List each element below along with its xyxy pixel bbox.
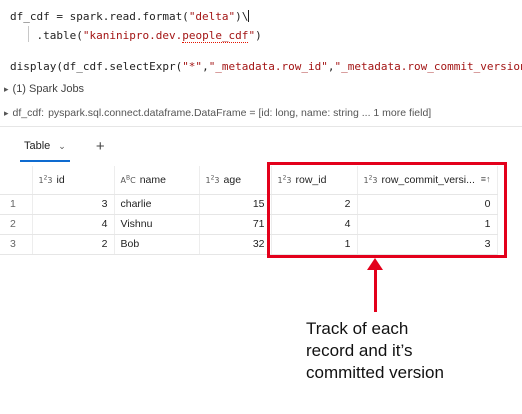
column-header-age[interactable]: 123 age [199, 166, 272, 195]
arrow-shaft [374, 268, 377, 312]
code-token: ) [255, 29, 262, 42]
cell-name: Vishnu [114, 214, 200, 235]
result-tabs: Table ⌄ + [10, 130, 105, 162]
tab-table-label: Table [24, 140, 51, 152]
row-number: 1 [0, 194, 33, 215]
dataframe-type: pyspark.sql.connect.dataframe.DataFrame … [48, 107, 432, 119]
code-line-2: .table("kaninipro.dev.people_cdf") [10, 29, 262, 43]
code-string: "delta" [188, 10, 236, 23]
row-number: 3 [0, 234, 33, 255]
code-token: .table( [10, 29, 83, 42]
annotation-line: committed version [306, 363, 444, 382]
tab-table[interactable]: Table ⌄ [10, 130, 80, 162]
spark-jobs-label: (1) Spark Jobs [12, 83, 85, 95]
highlight-box [267, 162, 507, 258]
cell-name: charlie [114, 194, 200, 215]
code-token: , [202, 60, 209, 73]
cell-age: 32 [199, 234, 272, 255]
add-visualization-button[interactable]: + [96, 138, 105, 155]
code-token: df_cdf = spark.read.format( [10, 10, 189, 23]
code-string: "*" [182, 60, 203, 73]
cell-age: 71 [199, 214, 272, 235]
code-line-1: df_cdf = spark.read.format("delta")\ [10, 10, 250, 23]
code-token: , [327, 60, 335, 73]
code-token: display(df_cdf.selectExpr( [10, 60, 183, 73]
cell-name: Bob [114, 234, 200, 255]
code-string: "_metadata.row_commit_version" [334, 60, 522, 73]
code-string: "kaninipro.dev. [82, 29, 183, 42]
code-string: "_metadata.row_id" [208, 60, 328, 73]
text-cursor [248, 10, 250, 22]
annotation-line: record and it’s [306, 341, 413, 360]
chevron-right-icon: ▸ [4, 107, 9, 118]
integer-type-icon: 123 [38, 174, 53, 185]
column-label: id [56, 173, 65, 186]
code-line-3: display(df_cdf.selectExpr("*","_metadata… [10, 60, 522, 73]
row-number-header [0, 166, 33, 195]
code-token: )\ [235, 10, 249, 23]
cell-id: 4 [32, 214, 115, 235]
cell-id: 3 [32, 194, 115, 215]
chevron-down-icon[interactable]: ⌄ [58, 141, 66, 152]
column-header-id[interactable]: 123 id [32, 166, 115, 195]
row-number: 2 [0, 214, 33, 235]
divider [0, 126, 522, 127]
code-string-squiggle: people_cdf [182, 29, 249, 43]
dataframe-schema-toggle[interactable]: ▸ df_cdf: pyspark.sql.connect.dataframe.… [0, 104, 431, 122]
string-type-icon: ABC [120, 174, 136, 185]
cell-id: 2 [32, 234, 115, 255]
code-cell[interactable]: df_cdf = spark.read.format("delta")\ .ta… [0, 0, 522, 80]
integer-type-icon: 123 [205, 174, 220, 185]
cell-age: 15 [199, 194, 272, 215]
spark-jobs-toggle[interactable]: ▸ (1) Spark Jobs [0, 80, 84, 98]
dataframe-name: df_cdf: [12, 107, 45, 119]
chevron-right-icon: ▸ [4, 83, 9, 94]
annotation-line: Track of each [306, 319, 409, 338]
column-header-name[interactable]: ABC name [114, 166, 200, 195]
column-label: name [139, 173, 166, 186]
annotation-text: Track of each record and it’s committed … [306, 318, 516, 384]
column-label: age [223, 173, 242, 186]
